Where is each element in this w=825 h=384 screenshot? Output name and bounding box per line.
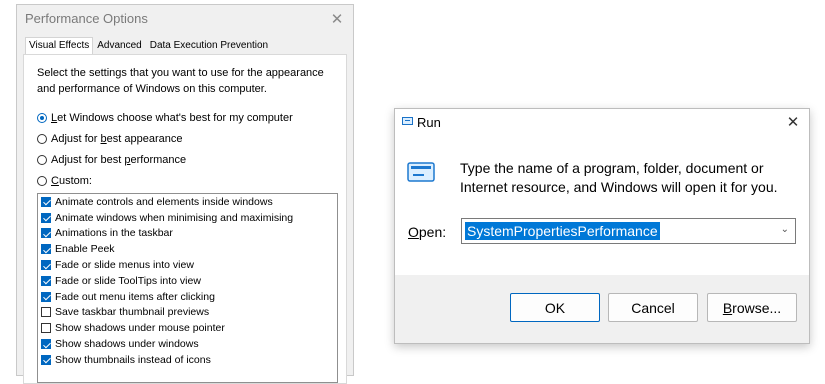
run-window-title: Run — [417, 115, 441, 130]
effect-item[interactable]: Animate windows when minimising and maxi… — [38, 210, 337, 226]
effect-label: Show shadows under windows — [55, 338, 199, 351]
effect-item[interactable]: Fade or slide menus into view — [38, 257, 337, 273]
radio-label: Let Windows choose what's best for my co… — [51, 112, 293, 124]
effect-label: Enable Peek — [55, 243, 115, 256]
radio-button[interactable] — [37, 176, 47, 186]
radio-button-checked[interactable] — [37, 113, 47, 123]
perf-window-title: Performance Options — [25, 11, 148, 26]
effect-label: Save taskbar thumbnail previews — [55, 306, 210, 319]
checkbox-checked[interactable] — [41, 212, 51, 223]
open-input-value[interactable]: SystemPropertiesPerformance — [465, 222, 660, 240]
settings-description: Select the settings that you want to use… — [37, 67, 324, 95]
radio-label: Adjust for best performance — [51, 154, 187, 166]
performance-options-window: Performance Options ✕ Visual Effects Adv… — [16, 4, 354, 384]
checkbox[interactable] — [41, 323, 51, 334]
radio-let-windows-choose[interactable]: Let Windows choose what's best for my co… — [37, 110, 293, 126]
run-app-icon — [402, 117, 413, 125]
effect-label: Animations in the taskbar — [55, 227, 173, 240]
ok-button[interactable]: OK — [510, 293, 600, 322]
checkbox-checked[interactable] — [41, 260, 51, 271]
perf-tab-strip: Visual Effects Advanced Data Execution P… — [25, 37, 272, 55]
effect-label: Fade or slide ToolTips into view — [55, 274, 201, 287]
radio-best-performance[interactable]: Adjust for best performance — [37, 152, 186, 168]
tab-visual-effects[interactable]: Visual Effects — [25, 37, 94, 55]
tab-data-execution-prevention[interactable]: Data Execution Prevention — [146, 37, 272, 55]
checkbox-checked[interactable] — [41, 228, 51, 239]
browse-button[interactable]: Browse... — [707, 293, 797, 322]
run-prompt-text: Type the name of a program, folder, docu… — [460, 160, 778, 195]
checkbox-checked[interactable] — [41, 339, 51, 350]
perf-close-icon[interactable]: ✕ — [329, 10, 345, 28]
radio-button[interactable] — [37, 134, 47, 144]
visual-effects-list[interactable]: Animate controls and elements inside win… — [37, 193, 338, 383]
effect-label: Fade out menu items after clicking — [55, 290, 215, 303]
checkbox[interactable] — [41, 307, 51, 318]
effect-item[interactable]: Animate controls and elements inside win… — [38, 194, 337, 210]
dropdown-arrow-icon[interactable]: ⌄ — [781, 224, 789, 235]
run-dialog: Run ✕ Type the name of a program, folder… — [394, 108, 810, 344]
radio-label: Custom: — [51, 175, 92, 187]
checkbox-checked[interactable] — [41, 291, 51, 302]
perf-titlebar: Performance Options ✕ — [17, 5, 353, 33]
checkbox-checked[interactable] — [41, 196, 51, 207]
visual-effects-panel: Select the settings that you want to use… — [23, 54, 347, 384]
effect-item[interactable]: Enable Peek — [38, 241, 337, 257]
effect-label: Animate controls and elements inside win… — [55, 195, 273, 208]
effect-item[interactable]: Show thumbnails instead of icons — [38, 352, 337, 368]
effect-item[interactable]: Fade out menu items after clicking — [38, 289, 337, 305]
cancel-button[interactable]: Cancel — [608, 293, 698, 322]
open-label: Open: — [408, 224, 447, 240]
run-body: Type the name of a program, folder, docu… — [395, 137, 809, 275]
checkbox-checked[interactable] — [41, 354, 51, 365]
effect-item[interactable]: Fade or slide ToolTips into view — [38, 273, 337, 289]
effect-label: Animate windows when minimising and maxi… — [55, 211, 294, 224]
radio-button[interactable] — [37, 155, 47, 165]
effect-item[interactable]: Show shadows under windows — [38, 336, 337, 352]
effect-label: Show shadows under mouse pointer — [55, 322, 225, 335]
radio-best-appearance[interactable]: Adjust for best appearance — [37, 131, 183, 147]
open-combobox[interactable]: SystemPropertiesPerformance ⌄ — [461, 218, 796, 244]
effect-item[interactable]: Save taskbar thumbnail previews — [38, 305, 337, 321]
run-close-icon[interactable]: ✕ — [785, 113, 801, 131]
run-titlebar: Run ✕ — [395, 109, 809, 137]
effect-label: Fade or slide menus into view — [55, 259, 194, 272]
effect-label: Show thumbnails instead of icons — [55, 353, 211, 366]
checkbox-checked[interactable] — [41, 275, 51, 286]
effect-item[interactable]: Animations in the taskbar — [38, 226, 337, 242]
radio-custom[interactable]: Custom: — [37, 173, 92, 189]
checkbox-checked[interactable] — [41, 244, 51, 255]
effect-item[interactable]: Show shadows under mouse pointer — [38, 320, 337, 336]
tab-advanced[interactable]: Advanced — [93, 37, 145, 55]
run-app-icon — [407, 162, 435, 182]
radio-label: Adjust for best appearance — [51, 133, 183, 145]
